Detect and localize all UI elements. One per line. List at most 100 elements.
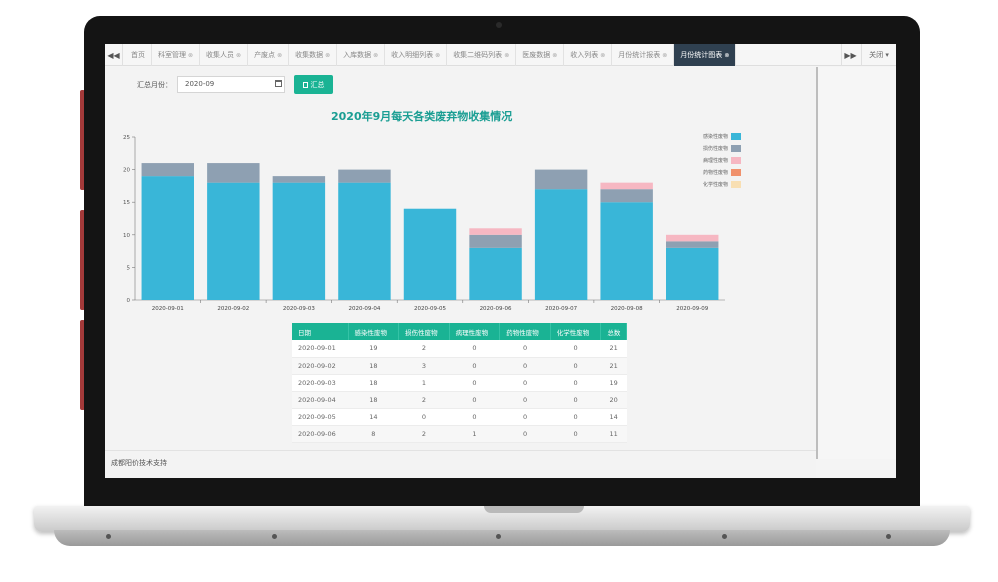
tab-label: 收集数据 — [295, 51, 324, 59]
tab-label: 月份统计图表 — [680, 51, 723, 59]
tab-close-icon[interactable]: ⊗ — [236, 52, 241, 59]
tab-close-icon[interactable]: ⊗ — [662, 52, 667, 59]
tab-close-icon[interactable]: ⊗ — [325, 52, 330, 59]
chart-legend: 感染性废物损伤性废物病理性废物药物性废物化学性废物 — [703, 130, 742, 190]
chart-title: 2020年9月每天各类废弃物收集情况 — [331, 110, 513, 123]
table-cell: 1 — [398, 374, 450, 392]
tab-11[interactable]: 月份统计图表 ⊗ — [674, 44, 737, 66]
bar-segment — [272, 176, 326, 183]
table-cell: 0 — [499, 340, 551, 358]
tab-close-icon[interactable]: ⊗ — [373, 52, 378, 59]
summarize-button[interactable]: 汇总 — [294, 75, 333, 94]
tab-5[interactable]: 入库数据 ⊗ — [337, 44, 386, 66]
table-row: 2020-09-03 18 1 0 0 0 19 — [292, 374, 627, 392]
x-tick-label: 2020-09-06 — [480, 306, 512, 312]
table-row: 2020-09-04 18 2 0 0 0 20 — [292, 391, 627, 409]
tab-9[interactable]: 收入列表 ⊗ — [564, 44, 613, 66]
right-scroll-pane[interactable] — [816, 67, 896, 459]
table-row: 2020-09-06 8 2 1 0 0 11 — [292, 425, 627, 443]
tab-close-icon[interactable]: ⊗ — [188, 52, 193, 59]
tab-0[interactable]: 首页 — [125, 44, 152, 66]
bar-segment — [141, 176, 194, 300]
tab-label: 收入明细列表 — [391, 51, 434, 59]
tab-6[interactable]: 收入明细列表 ⊗ — [385, 44, 448, 66]
table-cell: 11 — [600, 425, 627, 443]
bar-segment — [207, 163, 260, 183]
legend-label: 化学性废物 — [703, 181, 729, 188]
legend-label: 损伤性废物 — [703, 145, 729, 152]
legend-swatch — [731, 144, 742, 152]
tab-10[interactable]: 月份统计报表 ⊗ — [612, 44, 675, 66]
month-filter-label: 汇总月份： — [137, 81, 172, 89]
tab-1[interactable]: 科室管理 ⊗ — [152, 44, 201, 66]
laptop-screw — [496, 534, 501, 539]
bar-segment — [469, 247, 522, 300]
tab-scroll-right-button[interactable]: ▶▶ — [841, 44, 859, 66]
table-cell: 14 — [600, 408, 627, 426]
laptop-screw — [106, 534, 111, 539]
table-cell: 21 — [600, 340, 627, 358]
tab-close-icon[interactable]: ⊗ — [724, 52, 729, 59]
bar-segment — [141, 163, 194, 177]
legend-label: 药物性废物 — [703, 169, 729, 176]
tab-4[interactable]: 收集数据 ⊗ — [289, 44, 338, 66]
x-tick-label: 2020-09-07 — [545, 306, 577, 312]
tab-close-menu-button[interactable]: 关闭 ▾ — [861, 44, 896, 66]
tab-bar: ◀◀ 首页 科室管理 ⊗ 收集人员 ⊗ 产废点 ⊗ 收集数据 ⊗ 入库数据 ⊗ 收入明细列表 ⊗ 收集二维… — [105, 44, 896, 66]
table-cell: 1 — [449, 425, 500, 443]
bar-segment — [469, 228, 522, 235]
laptop-screw — [722, 534, 727, 539]
table-cell: 0 — [550, 425, 601, 443]
table-row: 2020-09-02 18 3 0 0 0 21 — [292, 357, 627, 375]
tab-close-icon[interactable]: ⊗ — [552, 52, 557, 59]
tab-2[interactable]: 收集人员 ⊗ — [200, 44, 249, 66]
table-row: 2020-09-01 19 2 0 0 0 21 — [292, 340, 627, 358]
table-header-cell: 感染性废物 — [348, 323, 400, 340]
legend-item[interactable]: 药物性废物 — [703, 166, 742, 178]
bar-segment — [338, 182, 391, 300]
y-tick-label: 10 — [123, 233, 130, 239]
tab-list: 首页 科室管理 ⊗ 收集人员 ⊗ 产废点 ⊗ 收集数据 ⊗ 入库数据 ⊗ 收入明细列表 ⊗ 收集二维码列表… — [125, 44, 737, 66]
tab-scroll-left-button[interactable]: ◀◀ — [105, 44, 123, 66]
bar-segment — [534, 169, 588, 190]
tab-close-icon[interactable]: ⊗ — [504, 52, 509, 59]
legend-label: 病理性废物 — [703, 157, 729, 164]
bar-segment — [666, 241, 719, 248]
legend-item[interactable]: 化学性废物 — [703, 178, 742, 190]
table-cell: 0 — [550, 391, 601, 409]
table-cell: 21 — [600, 357, 627, 375]
tab-3[interactable]: 产废点 ⊗ — [248, 44, 290, 66]
tab-close-icon[interactable]: ⊗ — [600, 52, 605, 59]
tab-label: 收集人员 — [206, 51, 235, 59]
x-tick-label: 2020-09-02 — [217, 306, 249, 312]
webcam — [496, 22, 502, 28]
table-cell: 0 — [398, 408, 450, 426]
legend-swatch — [731, 168, 742, 176]
tab-close-icon[interactable]: ⊗ — [277, 52, 282, 59]
y-tick-label: 0 — [127, 298, 131, 304]
x-tick-label: 2020-09-01 — [152, 306, 184, 312]
bar-segment — [207, 182, 260, 300]
y-tick-label: 25 — [123, 135, 130, 141]
table-cell: 14 — [348, 408, 399, 426]
laptop-notch — [484, 506, 584, 513]
table-header-cell: 总数 — [600, 323, 627, 340]
tab-label: 产废点 — [254, 51, 276, 59]
table-header-cell: 病理性废物 — [449, 323, 501, 340]
table-cell: 0 — [550, 408, 601, 426]
legend-item[interactable]: 病理性废物 — [703, 154, 742, 166]
table-cell: 2020-09-03 — [292, 374, 349, 392]
y-tick-label: 5 — [127, 265, 131, 271]
calendar-icon[interactable] — [275, 80, 282, 87]
month-input[interactable]: 2020-09 — [177, 76, 285, 93]
table-cell: 2 — [398, 391, 450, 409]
tab-8[interactable]: 医废数据 ⊗ — [516, 44, 565, 66]
table-cell: 3 — [398, 357, 450, 375]
table-cell: 2020-09-02 — [292, 357, 349, 375]
legend-item[interactable]: 损伤性废物 — [703, 142, 742, 154]
tab-7[interactable]: 收集二维码列表 ⊗ — [447, 44, 517, 66]
app-screen: ◀◀ 首页 科室管理 ⊗ 收集人员 ⊗ 产废点 ⊗ 收集数据 ⊗ 入库数据 ⊗ 收入明细列表 ⊗ 收集二维… — [105, 44, 896, 478]
legend-item[interactable]: 感染性废物 — [703, 130, 742, 142]
tab-label: 收集二维码列表 — [453, 51, 503, 59]
tab-close-icon[interactable]: ⊗ — [435, 52, 440, 59]
